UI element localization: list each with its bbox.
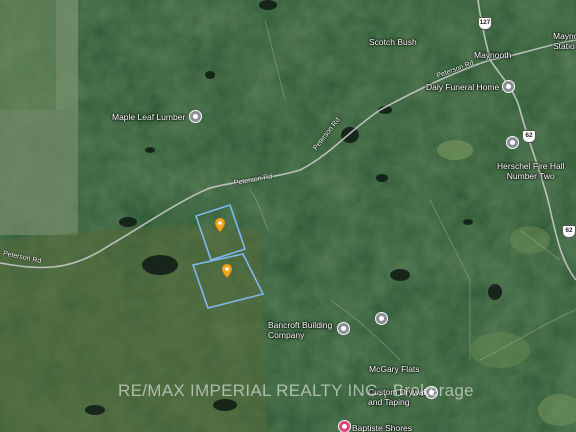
poi-herschel-fire-hall-icon[interactable] bbox=[506, 136, 519, 149]
label-maynooth: Maynooth bbox=[474, 50, 512, 60]
poi-bancroft-building-icon[interactable] bbox=[337, 322, 350, 335]
label-maynooth-station: Mayno Statio bbox=[553, 31, 576, 51]
label-mcgary-flats: McGary Flats bbox=[369, 364, 420, 374]
satellite-map[interactable]: Scotch Bush Maynooth Mayno Statio Maple … bbox=[0, 0, 576, 432]
highway-127-shield: 127 bbox=[478, 17, 492, 30]
label-baptiste-shores: Baptiste Shores bbox=[352, 423, 413, 432]
highway-62-shield-north: 62 bbox=[522, 130, 536, 143]
property-marker-north-icon[interactable] bbox=[215, 218, 225, 232]
label-herschel-fire-hall: Herschel Fire Hall Number Two bbox=[497, 161, 565, 181]
poi-baptiste-shores-icon[interactable] bbox=[338, 420, 351, 432]
property-marker-south-icon[interactable] bbox=[222, 264, 232, 278]
label-daly-funeral-home: Daly Funeral Home bbox=[426, 82, 500, 92]
brokerage-watermark: RE/MAX IMPERIAL REALTY INC., Brokerage bbox=[118, 381, 474, 400]
highway-62-shield-south: 62 bbox=[562, 225, 576, 238]
label-bancroft-building: Bancroft Building Company bbox=[268, 320, 333, 340]
poi-maple-leaf-lumber-icon[interactable] bbox=[189, 110, 202, 123]
poi-unnamed-icon[interactable] bbox=[375, 312, 388, 325]
poi-daly-funeral-home-icon[interactable] bbox=[502, 80, 515, 93]
label-maple-leaf-lumber: Maple Leaf Lumber bbox=[112, 112, 186, 122]
label-scotch-bush: Scotch Bush bbox=[369, 37, 417, 47]
satellite-imagery bbox=[0, 0, 576, 432]
